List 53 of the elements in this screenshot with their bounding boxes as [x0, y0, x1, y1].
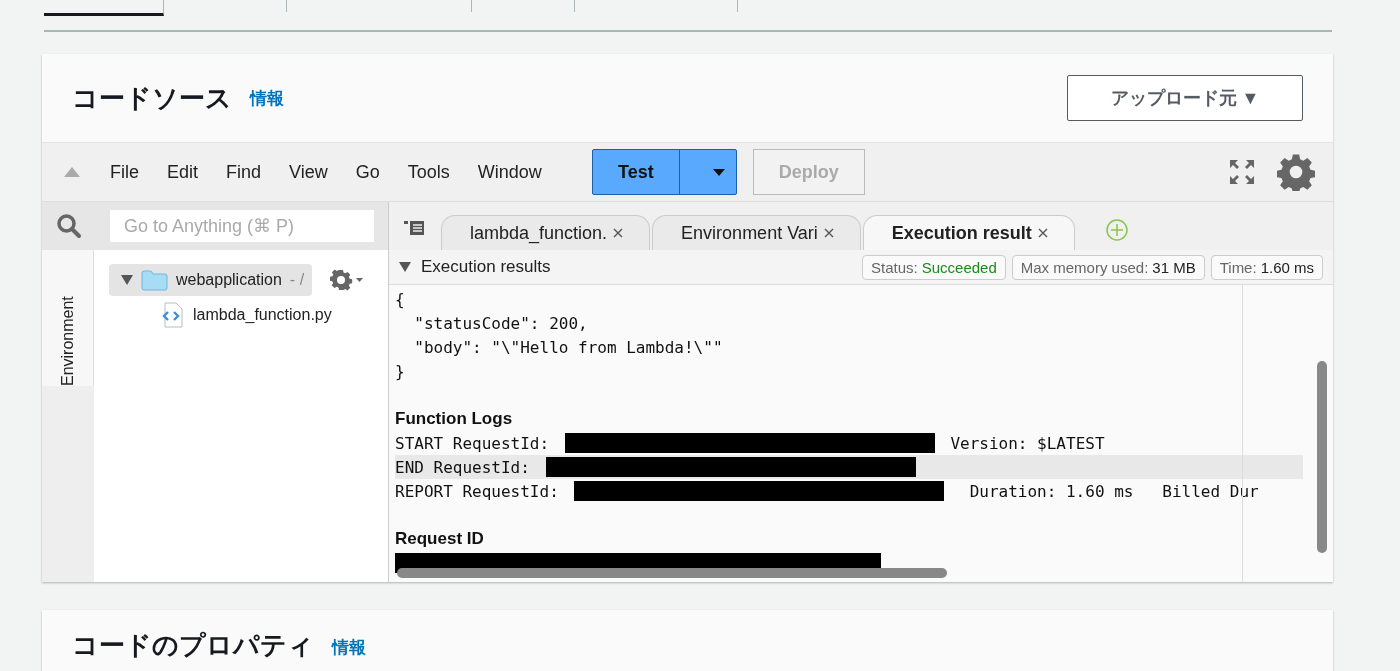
menu-item[interactable]: Window	[477, 161, 542, 183]
menu-item[interactable]: Go	[355, 161, 380, 183]
menu-item[interactable]: Edit	[167, 161, 199, 183]
info-link[interactable]: 情報	[250, 86, 284, 110]
close-icon[interactable]	[823, 228, 834, 238]
output-text: {	[395, 289, 405, 309]
section-title: コードのプロパティ	[72, 629, 314, 662]
log-heading: Function Logs	[395, 408, 514, 430]
settings-icon[interactable]	[1277, 153, 1315, 191]
output-text: REPORT RequestId:	[395, 481, 560, 501]
upload-dropdown-button[interactable]: アップロード元 ▼	[1067, 75, 1303, 121]
results-title: Execution results	[421, 257, 551, 277]
search-field[interactable]: Go to Anything (⌘ P)	[110, 210, 374, 242]
expand-triangle-icon[interactable]	[121, 275, 133, 285]
output-text: END RequestId:	[395, 457, 531, 477]
chip-label: Max memory used:	[1020, 258, 1149, 276]
output-text: "body": "\"Hello from Lambda!\""	[413, 337, 723, 357]
chip-value: 1.60 ms	[1260, 258, 1314, 276]
close-icon[interactable]	[613, 228, 624, 238]
folder-item[interactable]: webapplication - /	[109, 264, 313, 296]
test-button[interactable]: Test	[592, 150, 680, 194]
scrollbar[interactable]	[397, 568, 947, 578]
chip-value: 31 MB	[1152, 258, 1196, 276]
folder-icon	[141, 269, 168, 291]
fullscreen-icon[interactable]	[1229, 159, 1255, 185]
chip-value: Succeeded	[921, 258, 997, 276]
menu-item[interactable]: View	[289, 161, 328, 183]
chip-label: Time:	[1219, 258, 1257, 276]
list-icon[interactable]	[403, 220, 425, 236]
tree-python-file[interactable]: lambda_function.py	[161, 302, 388, 328]
test-split-button[interactable]: Test	[591, 149, 737, 195]
side-tab[interactable]: Environment	[42, 250, 94, 386]
output-text: "statusCode": 200,	[413, 313, 588, 333]
output-text: }	[395, 361, 405, 381]
code-file-icon	[161, 302, 183, 328]
output-text: START RequestId:	[395, 433, 551, 453]
editor-tab[interactable]: Execution result	[862, 215, 1075, 250]
editor-tab[interactable]: Environment Vari	[652, 215, 861, 250]
menu-item[interactable]: Find	[226, 161, 262, 183]
menu-item[interactable]: File	[110, 161, 139, 183]
collapse-triangle-icon[interactable]	[399, 262, 411, 272]
menu-item[interactable]: Tools	[407, 161, 450, 183]
scrollbar[interactable]	[1317, 361, 1327, 553]
section-title: コードソース	[72, 81, 232, 115]
editor-tab[interactable]: lambda_function.	[441, 215, 651, 250]
log-heading: Request ID	[395, 528, 485, 550]
close-icon[interactable]	[1037, 228, 1048, 238]
search-icon[interactable]	[56, 213, 82, 239]
gear-menu-icon[interactable]	[330, 269, 365, 291]
chip-label: Status:	[871, 258, 918, 276]
output-text: Version: $LATEST	[949, 433, 1105, 453]
output-text: Duration: 1.60 ms Billed Dur	[968, 481, 1259, 501]
info-link[interactable]: 情報	[332, 636, 366, 659]
